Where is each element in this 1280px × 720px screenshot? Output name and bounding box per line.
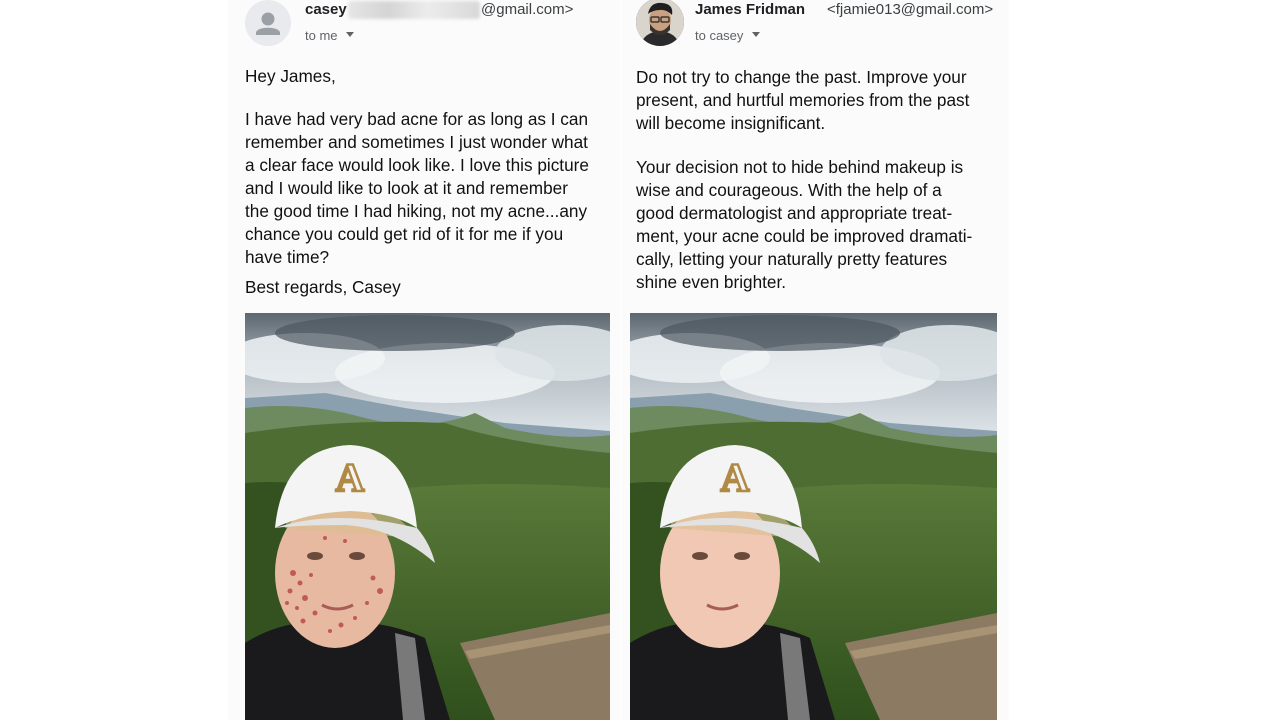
chevron-down-icon[interactable]	[752, 32, 760, 37]
sender-name[interactable]: James Fridman	[695, 1, 805, 18]
left-email-panel: casey @gmail.com> to me Hey James, I hav…	[228, 0, 620, 720]
sender-email: <fjamie013@gmail.com>	[827, 1, 994, 18]
sender-avatar-photo[interactable]	[636, 0, 684, 46]
sender-name[interactable]: casey	[305, 1, 347, 18]
redacted-email-username	[348, 1, 480, 19]
reply-paragraph-2: Your decision not to hide behind makeup …	[636, 157, 973, 292]
profile-photo-icon	[636, 0, 684, 46]
email-signoff: Best regards, Casey	[245, 277, 401, 297]
sender-avatar[interactable]	[245, 0, 291, 46]
person-icon	[256, 12, 280, 35]
reply-paragraph-1: Do not try to change the past. Improve y…	[636, 67, 970, 133]
email-greeting: Hey James,	[245, 66, 336, 86]
edited-photo[interactable]: A	[630, 313, 997, 720]
chevron-down-icon[interactable]	[346, 32, 354, 37]
sender-email: @gmail.com>	[481, 1, 574, 18]
original-photo[interactable]: A	[245, 313, 610, 720]
right-email-panel: James Fridman <fjamie013@gmail.com> to c…	[621, 0, 1009, 720]
email-body: I have had very bad acne for as long as …	[245, 109, 589, 267]
svg-text:A: A	[336, 455, 365, 500]
svg-text:A: A	[721, 455, 750, 500]
recipient-label[interactable]: to casey	[695, 28, 743, 43]
recipient-label[interactable]: to me	[305, 28, 338, 43]
